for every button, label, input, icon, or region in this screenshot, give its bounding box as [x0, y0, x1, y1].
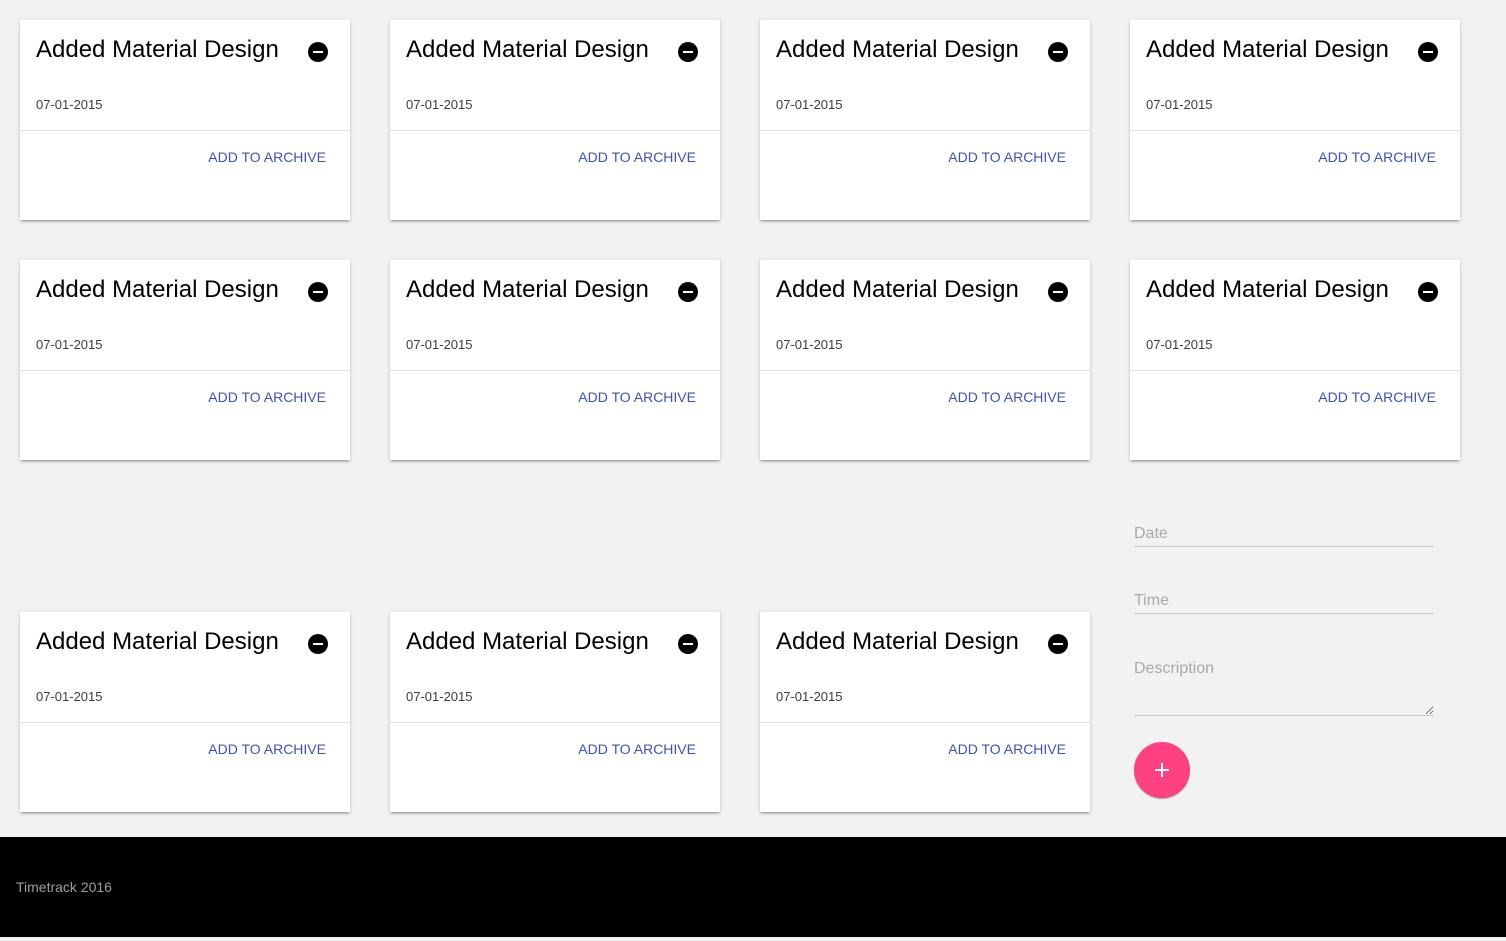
- card: Added Material Design 07-01-2015 ADD TO …: [760, 260, 1090, 460]
- footer: Timetrack 2016: [0, 837, 1506, 937]
- add-to-archive-button[interactable]: ADD TO ARCHIVE: [1318, 149, 1436, 165]
- remove-circle-icon[interactable]: [1418, 42, 1438, 62]
- remove-circle-icon[interactable]: [1048, 282, 1068, 302]
- card-title: Added Material Design: [1146, 276, 1389, 303]
- time-field[interactable]: [1134, 589, 1434, 614]
- card-divider: [760, 722, 1090, 723]
- card-divider: [20, 370, 350, 371]
- card-date: 07-01-2015: [1146, 337, 1213, 352]
- add-entry-button[interactable]: [1134, 742, 1190, 798]
- remove-circle-icon[interactable]: [678, 282, 698, 302]
- remove-circle-icon[interactable]: [1048, 42, 1068, 62]
- card-date: 07-01-2015: [776, 689, 843, 704]
- card-title: Added Material Design: [406, 36, 649, 63]
- card-date: 07-01-2015: [776, 337, 843, 352]
- card: Added Material Design 07-01-2015 ADD TO …: [390, 260, 720, 460]
- card: Added Material Design 07-01-2015 ADD TO …: [20, 260, 350, 460]
- remove-circle-icon[interactable]: [678, 634, 698, 654]
- remove-circle-icon[interactable]: [308, 282, 328, 302]
- card-title: Added Material Design: [406, 276, 649, 303]
- card: Added Material Design 07-01-2015 ADD TO …: [390, 612, 720, 812]
- date-field[interactable]: [1134, 522, 1434, 547]
- footer-text: Timetrack 2016: [16, 879, 112, 895]
- card-title: Added Material Design: [776, 36, 1019, 63]
- add-to-archive-button[interactable]: ADD TO ARCHIVE: [208, 149, 326, 165]
- add-to-archive-button[interactable]: ADD TO ARCHIVE: [578, 741, 696, 757]
- card-date: 07-01-2015: [36, 689, 103, 704]
- card-divider: [390, 722, 720, 723]
- card-date: 07-01-2015: [406, 337, 473, 352]
- remove-circle-icon[interactable]: [308, 42, 328, 62]
- card-title: Added Material Design: [776, 628, 1019, 655]
- card-divider: [1130, 370, 1460, 371]
- card: Added Material Design 07-01-2015 ADD TO …: [760, 612, 1090, 812]
- card-divider: [20, 722, 350, 723]
- card-title: Added Material Design: [1146, 36, 1389, 63]
- card-title: Added Material Design: [36, 276, 279, 303]
- add-to-archive-button[interactable]: ADD TO ARCHIVE: [1318, 389, 1436, 405]
- remove-circle-icon[interactable]: [308, 634, 328, 654]
- card-divider: [1130, 130, 1460, 131]
- description-field[interactable]: [1134, 656, 1434, 716]
- card-divider: [760, 370, 1090, 371]
- remove-circle-icon[interactable]: [678, 42, 698, 62]
- card: Added Material Design 07-01-2015 ADD TO …: [760, 20, 1090, 220]
- card-divider: [760, 130, 1090, 131]
- add-to-archive-button[interactable]: ADD TO ARCHIVE: [948, 149, 1066, 165]
- add-to-archive-button[interactable]: ADD TO ARCHIVE: [948, 389, 1066, 405]
- card-divider: [390, 370, 720, 371]
- card-date: 07-01-2015: [406, 689, 473, 704]
- card: Added Material Design 07-01-2015 ADD TO …: [390, 20, 720, 220]
- add-to-archive-button[interactable]: ADD TO ARCHIVE: [208, 741, 326, 757]
- card-divider: [390, 130, 720, 131]
- card-date: 07-01-2015: [36, 337, 103, 352]
- card-title: Added Material Design: [406, 628, 649, 655]
- add-to-archive-button[interactable]: ADD TO ARCHIVE: [208, 389, 326, 405]
- add-to-archive-button[interactable]: ADD TO ARCHIVE: [948, 741, 1066, 757]
- card: Added Material Design 07-01-2015 ADD TO …: [20, 612, 350, 812]
- card-date: 07-01-2015: [1146, 97, 1213, 112]
- remove-circle-icon[interactable]: [1418, 282, 1438, 302]
- card-title: Added Material Design: [36, 36, 279, 63]
- remove-circle-icon[interactable]: [1048, 634, 1068, 654]
- card: Added Material Design 07-01-2015 ADD TO …: [1130, 260, 1460, 460]
- card-divider: [20, 130, 350, 131]
- card-title: Added Material Design: [36, 628, 279, 655]
- add-to-archive-button[interactable]: ADD TO ARCHIVE: [578, 149, 696, 165]
- card: Added Material Design 07-01-2015 ADD TO …: [1130, 20, 1460, 220]
- card: Added Material Design 07-01-2015 ADD TO …: [20, 20, 350, 220]
- card-date: 07-01-2015: [406, 97, 473, 112]
- card-title: Added Material Design: [776, 276, 1019, 303]
- add-to-archive-button[interactable]: ADD TO ARCHIVE: [578, 389, 696, 405]
- card-date: 07-01-2015: [776, 97, 843, 112]
- card-date: 07-01-2015: [36, 97, 103, 112]
